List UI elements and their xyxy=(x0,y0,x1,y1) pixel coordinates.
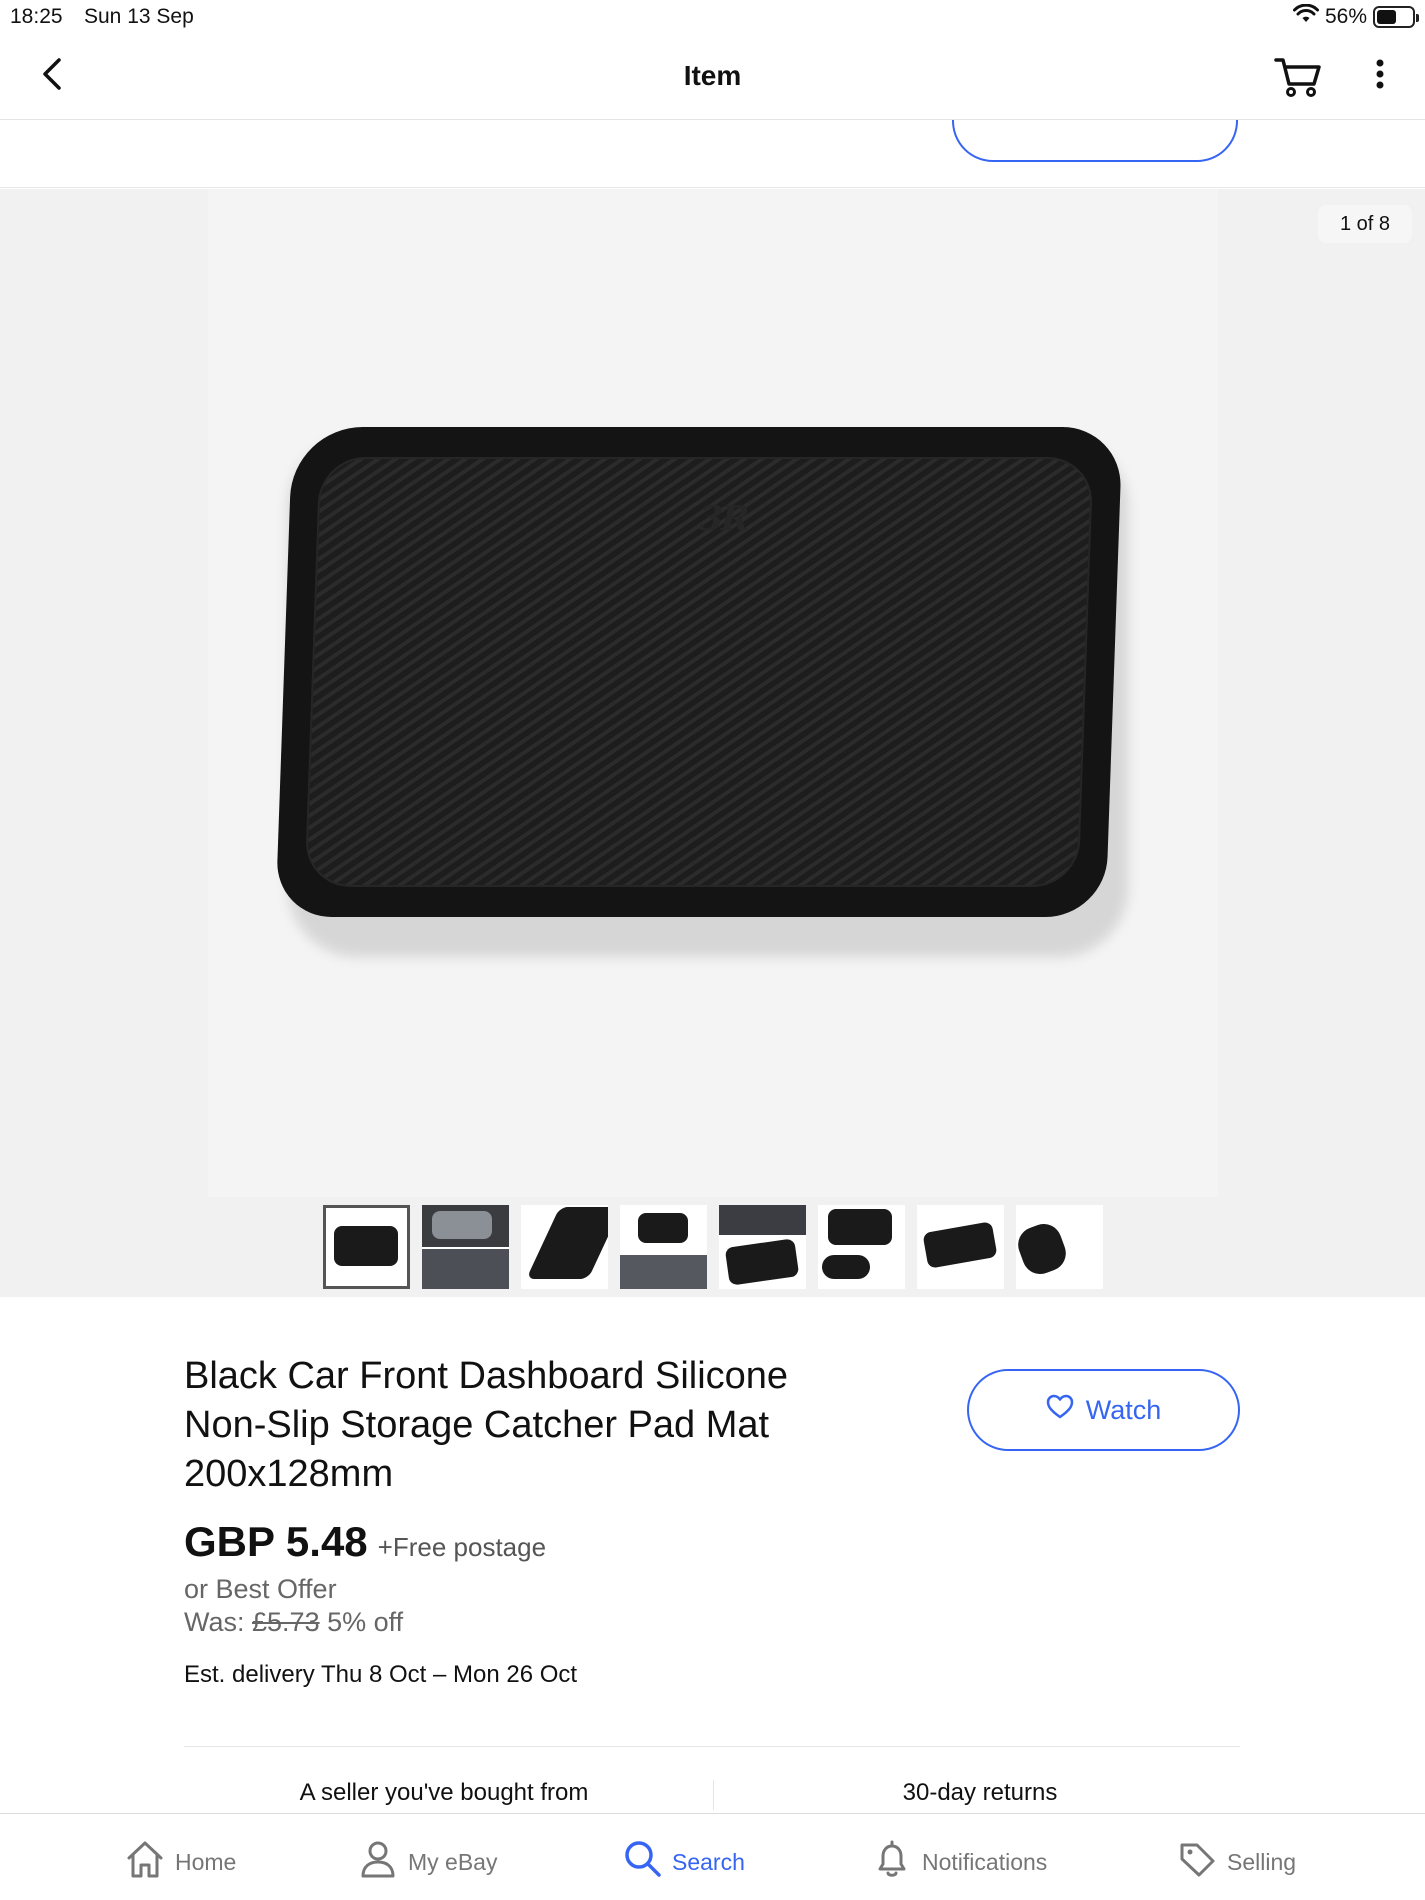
thumbnail-5[interactable] xyxy=(719,1205,806,1289)
image-gallery: 3R 1 of 8 xyxy=(0,189,1425,1297)
search-icon xyxy=(622,1838,662,1886)
cart-button[interactable] xyxy=(1272,50,1324,102)
cart-icon xyxy=(1272,58,1324,106)
pad-carbon-surface: 3R xyxy=(304,457,1094,887)
status-bar: 18:25 Sun 13 Sep 56% xyxy=(0,0,1425,36)
item-price: GBP 5.48 xyxy=(184,1518,368,1565)
was-label: Was: xyxy=(184,1607,245,1637)
thumbnail-4[interactable] xyxy=(620,1205,707,1289)
nav-home-label: Home xyxy=(175,1848,237,1875)
postage-info: +Free postage xyxy=(377,1532,547,1562)
status-date: Sun 13 Sep xyxy=(84,5,194,28)
best-offer-text: or Best Offer xyxy=(184,1574,337,1604)
battery-icon xyxy=(1373,6,1419,28)
nav-my-ebay-label: My eBay xyxy=(408,1848,498,1875)
status-time: 18:25 xyxy=(10,5,63,28)
nav-selling-label: Selling xyxy=(1227,1848,1297,1875)
nav-notifications[interactable]: Notifications xyxy=(872,1838,1047,1886)
heart-icon xyxy=(1046,1394,1074,1427)
was-price: £5.73 xyxy=(252,1607,320,1637)
section-divider xyxy=(184,1746,1240,1747)
main-product-image[interactable]: 3R xyxy=(208,189,1218,1197)
nav-search[interactable]: Search xyxy=(622,1838,745,1886)
pad-logo: 3R xyxy=(698,499,748,539)
image-counter: 1 of 8 xyxy=(1318,205,1413,243)
watch-label: Watch xyxy=(1085,1394,1162,1425)
item-title: Black Car Front Dashboard Silicone Non-S… xyxy=(184,1355,789,1495)
user-icon xyxy=(358,1838,398,1886)
discount-text: 5% off xyxy=(327,1607,404,1637)
watch-button[interactable]: Watch xyxy=(967,1369,1240,1451)
returns-feature: 30-day returns xyxy=(902,1779,1058,1806)
thumbnail-7[interactable] xyxy=(917,1205,1004,1289)
tag-icon xyxy=(1177,1838,1217,1886)
status-indicators: 56% xyxy=(1292,3,1419,30)
delivery-dates: Thu 8 Oct – Mon 26 Oct xyxy=(320,1661,578,1688)
page-title: Item xyxy=(683,60,742,91)
more-options-button[interactable] xyxy=(1362,54,1398,98)
more-vertical-icon xyxy=(1375,58,1385,95)
delivery-estimate: Est. delivery Thu 8 Oct – Mon 26 Oct xyxy=(184,1661,577,1689)
bottom-nav: Home My eBay Search Notifications Sellin… xyxy=(0,1813,1425,1900)
product-pad-mat: 3R xyxy=(275,427,1123,917)
nav-my-ebay[interactable]: My eBay xyxy=(358,1838,497,1886)
feature-separator xyxy=(713,1780,714,1810)
thumbnail-3[interactable] xyxy=(521,1205,608,1289)
seller-feature: A seller you've bought from xyxy=(299,1779,589,1806)
home-icon xyxy=(125,1838,165,1886)
partial-button[interactable] xyxy=(952,120,1238,162)
wifi-icon xyxy=(1292,3,1319,30)
nav-search-label: Search xyxy=(672,1848,745,1875)
thumbnail-strip xyxy=(323,1205,1103,1289)
thumbnail-8[interactable] xyxy=(1016,1205,1103,1289)
nav-selling[interactable]: Selling xyxy=(1177,1838,1296,1886)
nav-notifications-label: Notifications xyxy=(922,1848,1048,1875)
was-price-row: Was: £5.73 5% off xyxy=(184,1607,403,1638)
thumbnail-6[interactable] xyxy=(818,1205,905,1289)
app-header: Item xyxy=(0,36,1425,120)
nav-home[interactable]: Home xyxy=(125,1838,236,1886)
thumbnail-1[interactable] xyxy=(323,1205,410,1289)
bell-icon xyxy=(872,1838,912,1886)
battery-percent: 56% xyxy=(1324,5,1367,28)
scrolled-content-band xyxy=(0,120,1425,188)
delivery-label: Est. delivery xyxy=(184,1661,315,1688)
thumbnail-2[interactable] xyxy=(422,1205,509,1289)
price-row: GBP 5.48 +Free postage xyxy=(184,1518,546,1566)
